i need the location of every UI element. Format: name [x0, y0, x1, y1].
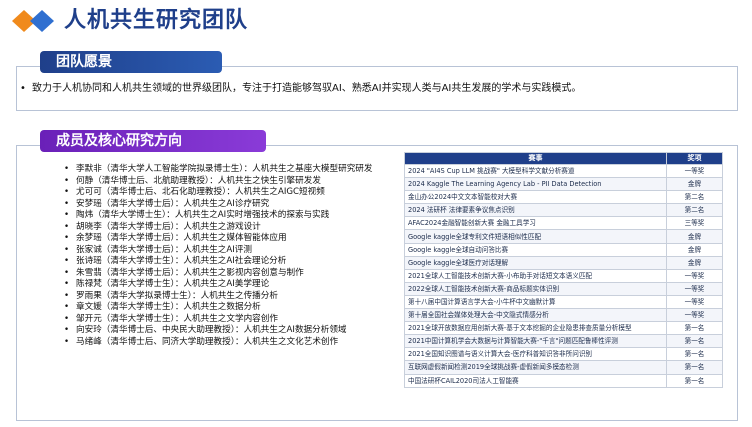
list-item: 余梦瑶（清华大学博士后）：人机共生之媒体智能体应用 — [64, 233, 406, 245]
award-cell: 第一名 — [666, 347, 723, 362]
table-row: 中国法研杯CAIL2020司法人工智能赛 第一名 — [404, 373, 723, 388]
table-row: Google kaggle全球医疗对话理解 金牌 — [404, 255, 723, 270]
table-row: 2024 "AI4S Cup LLM 挑战赛" 大模型科学文献分析赛道 一等奖 — [404, 163, 723, 179]
list-item: 张诗瑶（清华大学博士生）：人机共生之AI社会理论分析 — [64, 256, 406, 268]
award-cell: 一等奖 — [666, 163, 723, 179]
award-cell: 一等奖 — [666, 268, 723, 283]
competition-cell: Google kaggle全球专利文件短语相似性匹配 — [404, 229, 667, 244]
table-row: 2021全球人工智能技术创新大赛-小布助手对话短文本语义匹配 一等奖 — [404, 268, 723, 283]
award-cell: 第一名 — [666, 360, 723, 375]
vision-text: 致力于人机协同和人机共生领域的世界级团队，专注于打造能够驾驭AI、熟悉AI并实现… — [20, 80, 732, 98]
table-row: 2022全球人工智能技术创新大赛-商品标题实体识别 一等奖 — [404, 281, 723, 296]
list-item: 何静（清华博士后、北航助理教授）：人机共生之快生引擎研发发 — [64, 176, 406, 188]
award-cell: 金牌 — [666, 255, 723, 270]
table-row: 2021全球开放数据应用创新大赛-基于文本挖掘的企业隐患排查质量分析模型 第一名 — [404, 321, 723, 336]
table-row: 互联网虚假新闻检测2019全球挑战赛-虚假新闻多模态检测 第一名 — [404, 360, 723, 375]
list-item: 向安玲（清华博士后、中央民大助理教授）：人机共生之AI数据分析领域 — [64, 325, 406, 337]
list-item: 李默非（清华大学人工智能学院拟录博士生）：人机共生之基座大模型研究研发 — [64, 164, 406, 176]
list-item: 邹开元（清华大学博士生）：人机共生之文学内容创作 — [64, 314, 406, 326]
award-cell: 第一名 — [666, 321, 723, 336]
award-cell: 金牌 — [666, 229, 723, 244]
award-cell: 第一名 — [666, 334, 723, 349]
list-item: 陈禄梵（清华大学博士生）：人机共生之AI美学理论 — [64, 279, 406, 291]
competition-cell: 2021全国知识图谱与语义计算大会-医疗科普知识答非所问识别 — [404, 347, 667, 362]
competition-cell: 2024 Kaggle The Learning Agency Lab - PI… — [404, 177, 667, 192]
competition-cell: 2021中国计算机学会大数据与计算智能大赛-"千言"问题匹配鲁棒性评测 — [404, 334, 667, 349]
awards-table: 赛事 奖项 2024 "AI4S Cup LLM 挑战赛" 大模型科学文献分析赛… — [404, 152, 723, 388]
list-item: 马绪峰（清华博士后、同济大学助理教授）：人机共生之文化艺术创作 — [64, 337, 406, 349]
competition-cell: AFAC2024金融智能创新大赛 金融工具学习 — [404, 216, 667, 231]
competition-cell: 2021全球开放数据应用创新大赛-基于文本挖掘的企业隐患排查质量分析模型 — [404, 321, 667, 336]
list-item: 陶炜（清华大学博士生）：人机共生之AI实时增强技术的探索与实践 — [64, 210, 406, 222]
award-cell: 一等奖 — [666, 281, 723, 296]
table-row: Google kaggle全球专利文件短语相似性匹配 金牌 — [404, 229, 723, 244]
competition-cell: 2021全球人工智能技术创新大赛-小布助手对话短文本语义匹配 — [404, 268, 667, 283]
list-item: 尤可可（清华博士后、北石化助理教授）：人机共生之AIGC短视频 — [64, 187, 406, 199]
award-cell: 一等奖 — [666, 294, 723, 310]
competition-cell: 第十届全国社会媒体处理大会-中文隐式情感分析 — [404, 308, 667, 323]
table-row: 2024 Kaggle The Learning Agency Lab - PI… — [404, 177, 723, 192]
award-cell: 第一名 — [666, 373, 723, 388]
table-row: 第十八届中国计算语言学大会-小牛杯中文幽默计算 一等奖 — [404, 294, 723, 310]
competition-cell: 金山办公2024中文文本智能校对大赛 — [404, 190, 667, 205]
list-item: 章文媛（清华大学博士生）：人机共生之数据分析 — [64, 302, 406, 314]
competition-cell: 中国法研杯CAIL2020司法人工智能赛 — [404, 373, 667, 388]
competition-cell: Google kaggle全球自动问答比赛 — [404, 242, 667, 257]
table-row: 金山办公2024中文文本智能校对大赛 第二名 — [404, 190, 723, 205]
table-row: 2024 法研杯 法律要素争议焦点识别 第二名 — [404, 203, 723, 218]
list-item: 罗雨果（清华大学拟录博士生）：人机共生之传播分析 — [64, 291, 406, 303]
competition-cell: 第十八届中国计算语言学大会-小牛杯中文幽默计算 — [404, 294, 667, 310]
competition-cell: Google kaggle全球医疗对话理解 — [404, 255, 667, 270]
table-row: 第十届全国社会媒体处理大会-中文隐式情感分析 一等奖 — [404, 308, 723, 323]
team-logo-icon — [12, 10, 54, 32]
member-list: 李默非（清华大学人工智能学院拟录博士生）：人机共生之基座大模型研究研发 何静（清… — [64, 164, 406, 349]
table-row: Google kaggle全球自动问答比赛 金牌 — [404, 242, 723, 257]
column-header-award: 奖项 — [666, 152, 723, 165]
list-item: 胡晓李（清华大学博士后）：人机共生之游戏设计 — [64, 222, 406, 234]
list-item: 朱雪翡（清华大学博士后）：人机共生之影视内容创意与制作 — [64, 268, 406, 280]
competition-cell: 2024 "AI4S Cup LLM 挑战赛" 大模型科学文献分析赛道 — [404, 163, 667, 179]
list-item: 张家诚（清华大学博士后）：人机共生之AI评测 — [64, 245, 406, 257]
table-row: AFAC2024金融智能创新大赛 金融工具学习 三等奖 — [404, 216, 723, 231]
award-cell: 金牌 — [666, 242, 723, 257]
table-row: 2021全国知识图谱与语义计算大会-医疗科普知识答非所问识别 第一名 — [404, 347, 723, 362]
column-header-competition: 赛事 — [404, 152, 667, 165]
award-cell: 一等奖 — [666, 308, 723, 323]
award-cell: 第二名 — [666, 203, 723, 218]
list-item: 安梦瑶（清华大学博士后）：人机共生之AI诊疗研究 — [64, 199, 406, 211]
competition-cell: 2022全球人工智能技术创新大赛-商品标题实体识别 — [404, 281, 667, 296]
award-cell: 三等奖 — [666, 216, 723, 231]
competition-cell: 互联网虚假新闻检测2019全球挑战赛-虚假新闻多模态检测 — [404, 360, 667, 375]
table-header-row: 赛事 奖项 — [404, 152, 723, 165]
competition-cell: 2024 法研杯 法律要素争议焦点识别 — [404, 203, 667, 218]
members-heading: 成员及核心研究方向 — [40, 130, 266, 152]
award-cell: 第二名 — [666, 190, 723, 205]
award-cell: 金牌 — [666, 177, 723, 192]
table-row: 2021中国计算机学会大数据与计算智能大赛-"千言"问题匹配鲁棒性评测 第一名 — [404, 334, 723, 349]
vision-heading: 团队愿景 — [40, 51, 222, 73]
page-title: 人机共生研究团队 — [64, 8, 249, 33]
